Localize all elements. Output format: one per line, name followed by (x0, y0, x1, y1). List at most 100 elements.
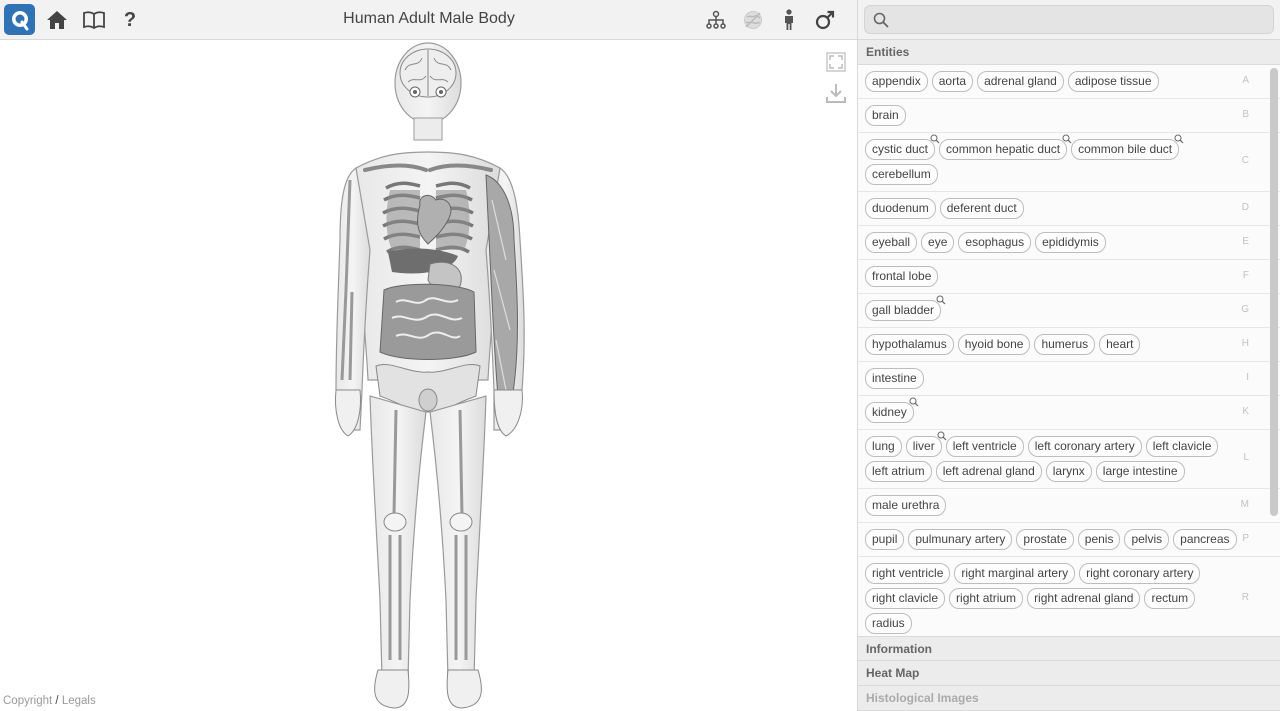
entities-list[interactable]: appendix aorta adrenal gland adipose tissue… (858, 65, 1280, 636)
entity-tag[interactable]: duodenum (865, 198, 936, 219)
entity-tag[interactable]: left adrenal gland (935, 461, 1042, 482)
entities-header[interactable]: Entities (858, 40, 1280, 65)
entity-tag[interactable]: pulmunary artery (908, 529, 1013, 550)
entity-tag[interactable]: pancreas (1173, 529, 1237, 550)
magnifier-icon[interactable] (909, 397, 919, 407)
entity-tag[interactable]: right coronary artery (1079, 563, 1201, 584)
entity-tag-label: radius (872, 616, 905, 630)
magnifier-icon[interactable] (936, 295, 946, 305)
entity-tag[interactable]: left coronary artery (1027, 436, 1142, 457)
entity-tag-label: heart (1106, 337, 1134, 351)
entity-tag[interactable]: right adrenal gland (1027, 588, 1141, 609)
entity-groups: appendix aorta adrenal gland adipose tissue… (858, 65, 1280, 636)
entity-group-b: brain B (858, 99, 1280, 133)
entity-tag[interactable]: cerebellum (865, 164, 938, 185)
entity-tag[interactable]: epididymis (1035, 232, 1106, 253)
entity-tag-label: right coronary artery (1086, 566, 1194, 580)
entity-tag-label: frontal lobe (872, 269, 932, 283)
entity-group-m: male urethra M (858, 489, 1280, 523)
fullscreen-icon[interactable] (825, 51, 847, 73)
entity-tag[interactable]: eyeball (865, 232, 918, 253)
scrollbar[interactable] (1270, 68, 1278, 516)
group-letter: B (1242, 108, 1249, 120)
book-icon[interactable] (82, 8, 106, 32)
information-header[interactable]: Information (858, 636, 1280, 661)
heatmap-header[interactable]: Heat Map (858, 661, 1280, 686)
entity-tag[interactable]: large intestine (1095, 461, 1185, 482)
footer-links: Copyright / Legals (3, 695, 96, 707)
entity-tag[interactable]: brain (865, 105, 906, 126)
search-input[interactable] (895, 9, 1265, 30)
entity-tag[interactable]: radius (865, 613, 912, 634)
human-body-figure[interactable] (0, 40, 857, 711)
male-icon[interactable] (813, 8, 837, 32)
entity-tag[interactable]: pupil (865, 529, 905, 550)
entity-tag[interactable]: kidney (865, 397, 919, 423)
entity-tag[interactable]: hyoid bone (957, 334, 1031, 355)
entity-tag[interactable]: rectum (1144, 588, 1196, 609)
entity-tag[interactable]: larynx (1045, 461, 1092, 482)
copyright-link[interactable]: Copyright (3, 695, 52, 707)
entity-tag[interactable]: heart (1099, 334, 1141, 355)
histology-header: Histological Images (858, 686, 1280, 711)
entity-tag[interactable]: left clavicle (1145, 436, 1219, 457)
entity-tag-label: larynx (1052, 464, 1085, 478)
entity-tag-label: eyeball (872, 235, 911, 249)
globe-icon[interactable] (741, 8, 765, 32)
home-icon[interactable] (45, 8, 69, 32)
entity-tag-label: male urethra (872, 498, 940, 512)
entity-tag[interactable]: liver (905, 431, 947, 457)
entity-group-i: intestine I (858, 362, 1280, 396)
magnifier-icon[interactable] (1174, 134, 1184, 144)
legals-link[interactable]: Legals (62, 695, 96, 707)
entity-tag[interactable]: adrenal gland (977, 71, 1064, 92)
entity-tag[interactable]: left ventricle (945, 436, 1024, 457)
hierarchy-icon[interactable] (704, 8, 728, 32)
magnifier-icon[interactable] (937, 431, 947, 441)
entity-tag[interactable]: frontal lobe (865, 266, 939, 287)
entity-tag[interactable]: penis (1077, 529, 1121, 550)
magnifier-icon[interactable] (1062, 134, 1072, 144)
entity-tag[interactable]: intestine (865, 368, 924, 389)
entity-tag[interactable]: lung (865, 436, 902, 457)
entity-tag[interactable]: pelvis (1124, 529, 1170, 550)
entity-tag[interactable]: common bile duct (1071, 134, 1184, 160)
anatomy-viewer[interactable] (0, 40, 857, 711)
group-letter: F (1242, 269, 1249, 281)
entity-tag-label: penis (1084, 532, 1114, 546)
entity-tag[interactable]: esophagus (958, 232, 1032, 253)
entity-tag[interactable]: right atrium (949, 588, 1024, 609)
group-letter: P (1242, 532, 1249, 544)
magnifier-icon[interactable] (930, 134, 940, 144)
entity-tag[interactable]: hypothalamus (865, 334, 954, 355)
entity-tag[interactable]: humerus (1034, 334, 1096, 355)
entity-tag-label: appendix (872, 74, 921, 88)
group-letter: L (1243, 452, 1249, 463)
entity-tag-label: deferent duct (946, 201, 1017, 215)
entity-tag[interactable]: right marginal artery (954, 563, 1076, 584)
entity-tag[interactable]: right clavicle (865, 588, 946, 609)
entity-tag[interactable]: deferent duct (939, 198, 1024, 219)
group-letter: R (1241, 591, 1249, 603)
help-icon[interactable]: ? (118, 8, 142, 32)
entity-tag-label: humerus (1041, 337, 1089, 351)
entity-tag[interactable]: gall bladder (865, 295, 946, 321)
search-box[interactable] (864, 5, 1274, 34)
entity-tag[interactable]: appendix (865, 71, 928, 92)
entity-tag[interactable]: right ventricle (865, 563, 951, 584)
search-logo-icon[interactable] (4, 4, 35, 35)
group-letter: G (1241, 303, 1249, 315)
entity-tag[interactable]: male urethra (865, 495, 947, 516)
entity-tag[interactable]: common hepatic duct (939, 134, 1072, 160)
entity-tag[interactable]: aorta (931, 71, 974, 92)
entity-tag[interactable]: cystic duct (865, 134, 940, 160)
entity-tag-label: duodenum (872, 201, 929, 215)
entity-tag-label: kidney (872, 405, 907, 419)
download-icon[interactable] (825, 82, 847, 104)
entity-tag[interactable]: prostate (1016, 529, 1074, 550)
entity-tag-label: rectum (1151, 591, 1189, 605)
entity-tag[interactable]: adipose tissue (1067, 71, 1159, 92)
entity-tag[interactable]: left atrium (865, 461, 932, 482)
entity-tag[interactable]: eye (921, 232, 955, 253)
person-icon[interactable] (777, 8, 801, 32)
